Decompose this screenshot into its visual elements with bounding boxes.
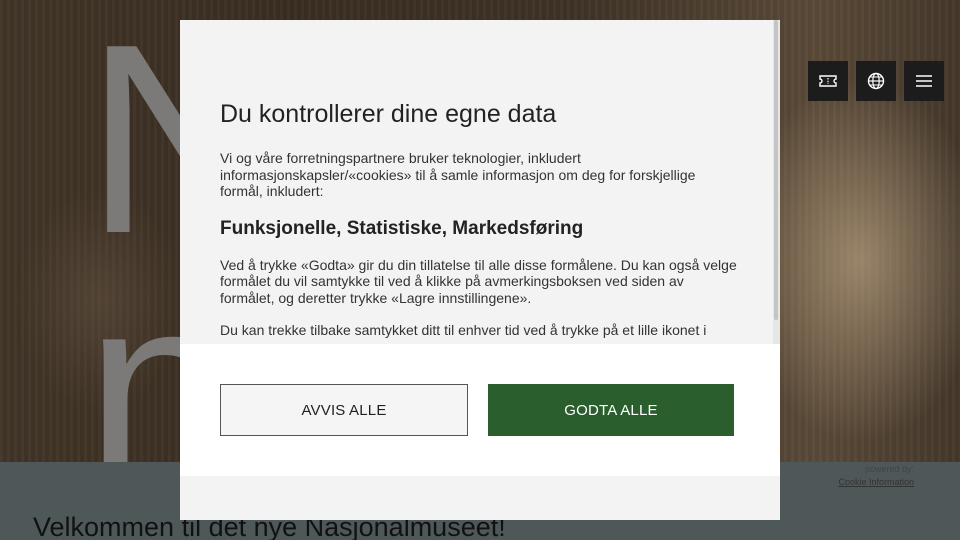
cookie-consent-dialog: Du kontrollerer dine egne data Vi og vår… (180, 20, 780, 520)
powered-by: powered by: Cookie Information (838, 463, 914, 489)
dialog-title: Du kontrollerer dine egne data (220, 100, 557, 128)
dialog-consent-text: Ved å trykke «Godta» gir du din tillatel… (220, 256, 737, 306)
ticket-button[interactable] (808, 61, 848, 101)
scrollbar-thumb[interactable] (774, 20, 778, 320)
accept-all-button[interactable]: GODTA ALLE (488, 384, 734, 436)
menu-button[interactable] (904, 61, 944, 101)
reject-all-button[interactable]: AVVIS ALLE (220, 384, 468, 436)
language-button[interactable] (856, 61, 896, 101)
menu-icon (916, 75, 932, 87)
ticket-icon (819, 75, 837, 87)
dialog-purposes: Funksjonelle, Statistiske, Markedsføring (220, 217, 584, 239)
dialog-scroll-area[interactable]: Du kontrollerer dine egne data Vi og vår… (180, 20, 780, 344)
powered-by-label: powered by: (864, 464, 914, 474)
provider-link[interactable]: Cookie Information (838, 476, 914, 489)
dialog-actions: AVVIS ALLE GODTA ALLE (180, 344, 780, 476)
globe-icon (867, 72, 885, 90)
dialog-withdraw-text: Du kan trekke tilbake samtykket ditt til… (220, 322, 707, 338)
dialog-scrollbar[interactable] (773, 20, 780, 344)
dialog-intro: Vi og våre forretningspartnere bruker te… (220, 150, 696, 199)
